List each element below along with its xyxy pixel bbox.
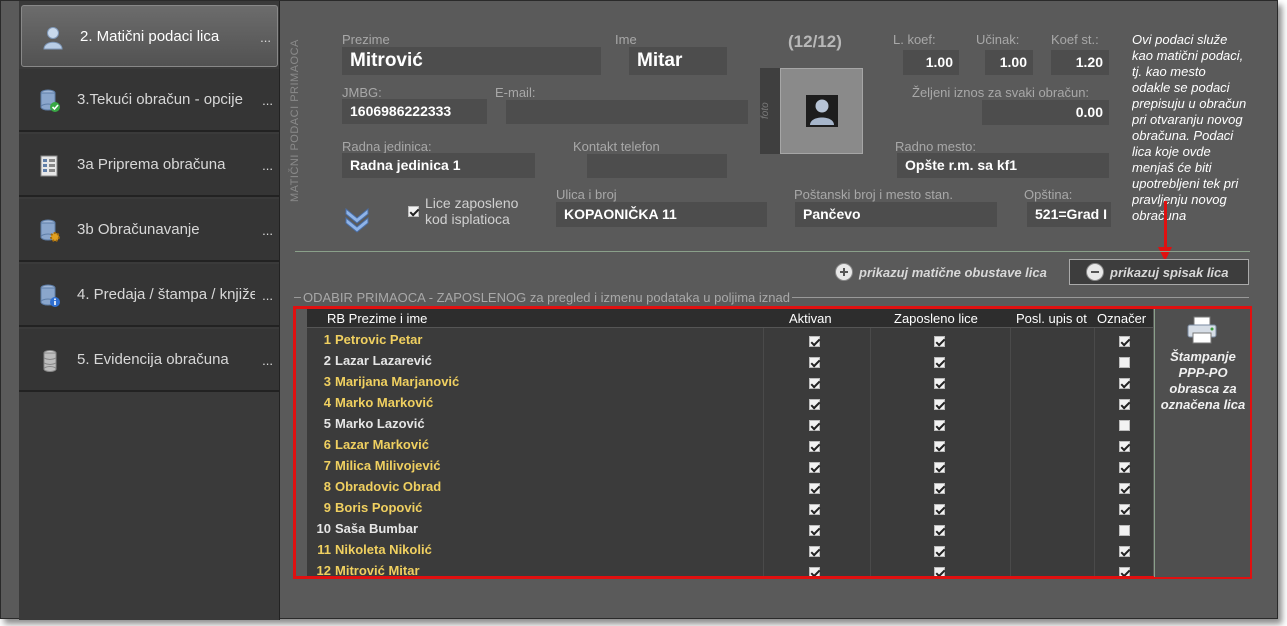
more-dots[interactable]: ... — [262, 223, 273, 238]
zeljeni-label: Željeni iznos za svaki obračun: — [912, 85, 1090, 100]
annotation-arrow — [1164, 201, 1167, 251]
radno-mesto-field[interactable]: Opšte r.m. sa kf1 — [897, 153, 1109, 178]
email-field[interactable] — [506, 100, 748, 124]
zaposleno-check-mark — [408, 206, 419, 218]
obustave-button[interactable]: prikazuj matične obustave lica — [835, 259, 1047, 285]
obustave-label: prikazuj matične obustave lica — [859, 264, 1047, 280]
email-label: E-mail: — [495, 85, 536, 100]
foto-label: foto — [760, 68, 780, 154]
ime-field[interactable]: Mitar — [629, 47, 727, 75]
person-icon — [42, 26, 64, 50]
photo-placeholder — [780, 68, 863, 154]
sidebar-item-label: 3a Priprema obračuna — [77, 156, 226, 173]
sidebar-item-maticni-podaci[interactable]: 2. Matični podaci lica ... — [21, 5, 278, 67]
more-dots[interactable]: ... — [262, 288, 273, 303]
app-window: 2. Matični podaci lica ... 3.Tekući obra… — [0, 0, 1278, 620]
database-gear-icon — [39, 219, 61, 243]
divider — [295, 251, 1250, 252]
koefst-label: Koef st.: — [1051, 32, 1099, 47]
jmbg-field[interactable]: 1606986222333 — [342, 99, 487, 124]
sidebar-item-label: 2. Matični podaci lica — [80, 28, 220, 45]
database-icon — [39, 349, 61, 373]
more-dots[interactable]: ... — [262, 93, 273, 108]
info-text: Ovi podaci služe kao matični podaci, tj.… — [1132, 32, 1247, 223]
group-label: ODABIR PRIMAOCA - ZAPOSLENOG za pregled … — [301, 290, 792, 305]
sidebar-item-label: 3b Obračunavanje — [77, 221, 200, 238]
ime-label: Ime — [615, 32, 637, 47]
minus-circle-icon — [1086, 263, 1104, 281]
sidebar-item-label: 4. Predaja / štampa / knjiženj... — [77, 286, 255, 303]
spisak-label: prikazuj spisak lica — [1110, 264, 1229, 280]
sidebar-item-obracunavanje[interactable]: 3b Obračunavanje ... — [19, 199, 279, 262]
kontakt-label: Kontakt telefon — [573, 139, 660, 154]
more-dots[interactable]: ... — [260, 30, 271, 45]
postanski-label: Poštanski broj i mesto stan. — [794, 187, 953, 202]
ucinak-field[interactable]: 1.00 — [985, 50, 1033, 75]
calculator-sheet-icon — [39, 154, 61, 178]
more-dots[interactable]: ... — [262, 353, 273, 368]
database-check-icon — [39, 89, 61, 113]
opstina-label: Opština: — [1024, 187, 1073, 202]
jmbg-label: JMBG: — [342, 85, 382, 100]
radna-jedinica-label: Radna jedinica: — [342, 139, 432, 154]
print-button[interactable]: Štampanje PPP-PO obrasca za označena lic… — [1154, 309, 1250, 577]
radno-mesto-label: Radno mesto: — [895, 139, 976, 154]
zaposleno-checkbox[interactable] — [408, 203, 419, 221]
database-info-icon — [39, 284, 61, 308]
avatar-placeholder-icon — [806, 95, 838, 127]
kontakt-field[interactable] — [587, 154, 727, 178]
postanski-field[interactable]: Pančevo — [795, 202, 997, 227]
ulica-field[interactable]: KOPAONIČKA 11 — [556, 202, 767, 227]
ucinak-label: Učinak: — [976, 32, 1020, 47]
lkoef-field[interactable]: 1.00 — [903, 50, 959, 75]
radna-jedinica-field[interactable]: Radna jedinica 1 — [342, 153, 535, 178]
section-label: MATIČNI PODACI PRIMAOCA — [289, 39, 301, 203]
sidebar-item-label: 3.Tekući obračun - opcije — [77, 91, 243, 108]
opstina-field[interactable]: 521=Grad I — [1027, 202, 1111, 227]
prezime-label: Prezime — [342, 32, 390, 47]
print-label: Štampanje PPP-PO obrasca za označena lic… — [1160, 349, 1246, 412]
expand-chevrons-icon[interactable] — [342, 204, 372, 239]
zaposleno-label: Lice zaposleno kod isplatioca — [425, 195, 519, 227]
sidebar: 2. Matični podaci lica ... 3.Tekući obra… — [19, 1, 280, 620]
record-counter: (12/12) — [788, 32, 842, 51]
plus-circle-icon — [835, 263, 853, 281]
photo-box[interactable]: foto — [760, 68, 863, 154]
ulica-label: Ulica i broj — [556, 187, 617, 202]
printer-icon — [1187, 316, 1217, 344]
sidebar-item-tekuci-obracun[interactable]: 3.Tekući obračun - opcije ... — [19, 69, 279, 132]
zeljeni-field[interactable]: 0.00 — [982, 100, 1109, 125]
koefst-field[interactable]: 1.20 — [1051, 50, 1109, 75]
sidebar-item-predaja-stampa[interactable]: 4. Predaja / štampa / knjiženj... ... — [19, 264, 279, 327]
spisak-button[interactable]: prikazuj spisak lica — [1069, 259, 1249, 285]
sidebar-item-priprema-obracuna[interactable]: 3a Priprema obračuna ... — [19, 134, 279, 197]
more-dots[interactable]: ... — [262, 158, 273, 173]
sidebar-item-label: 5. Evidencija obračuna — [77, 351, 229, 368]
prezime-field[interactable]: Mitrović — [342, 47, 601, 75]
sidebar-item-evidencija-obracuna[interactable]: 5. Evidencija obračuna ... — [19, 329, 279, 392]
highlight-box — [293, 306, 1252, 579]
lkoef-label: L. koef: — [893, 32, 936, 47]
